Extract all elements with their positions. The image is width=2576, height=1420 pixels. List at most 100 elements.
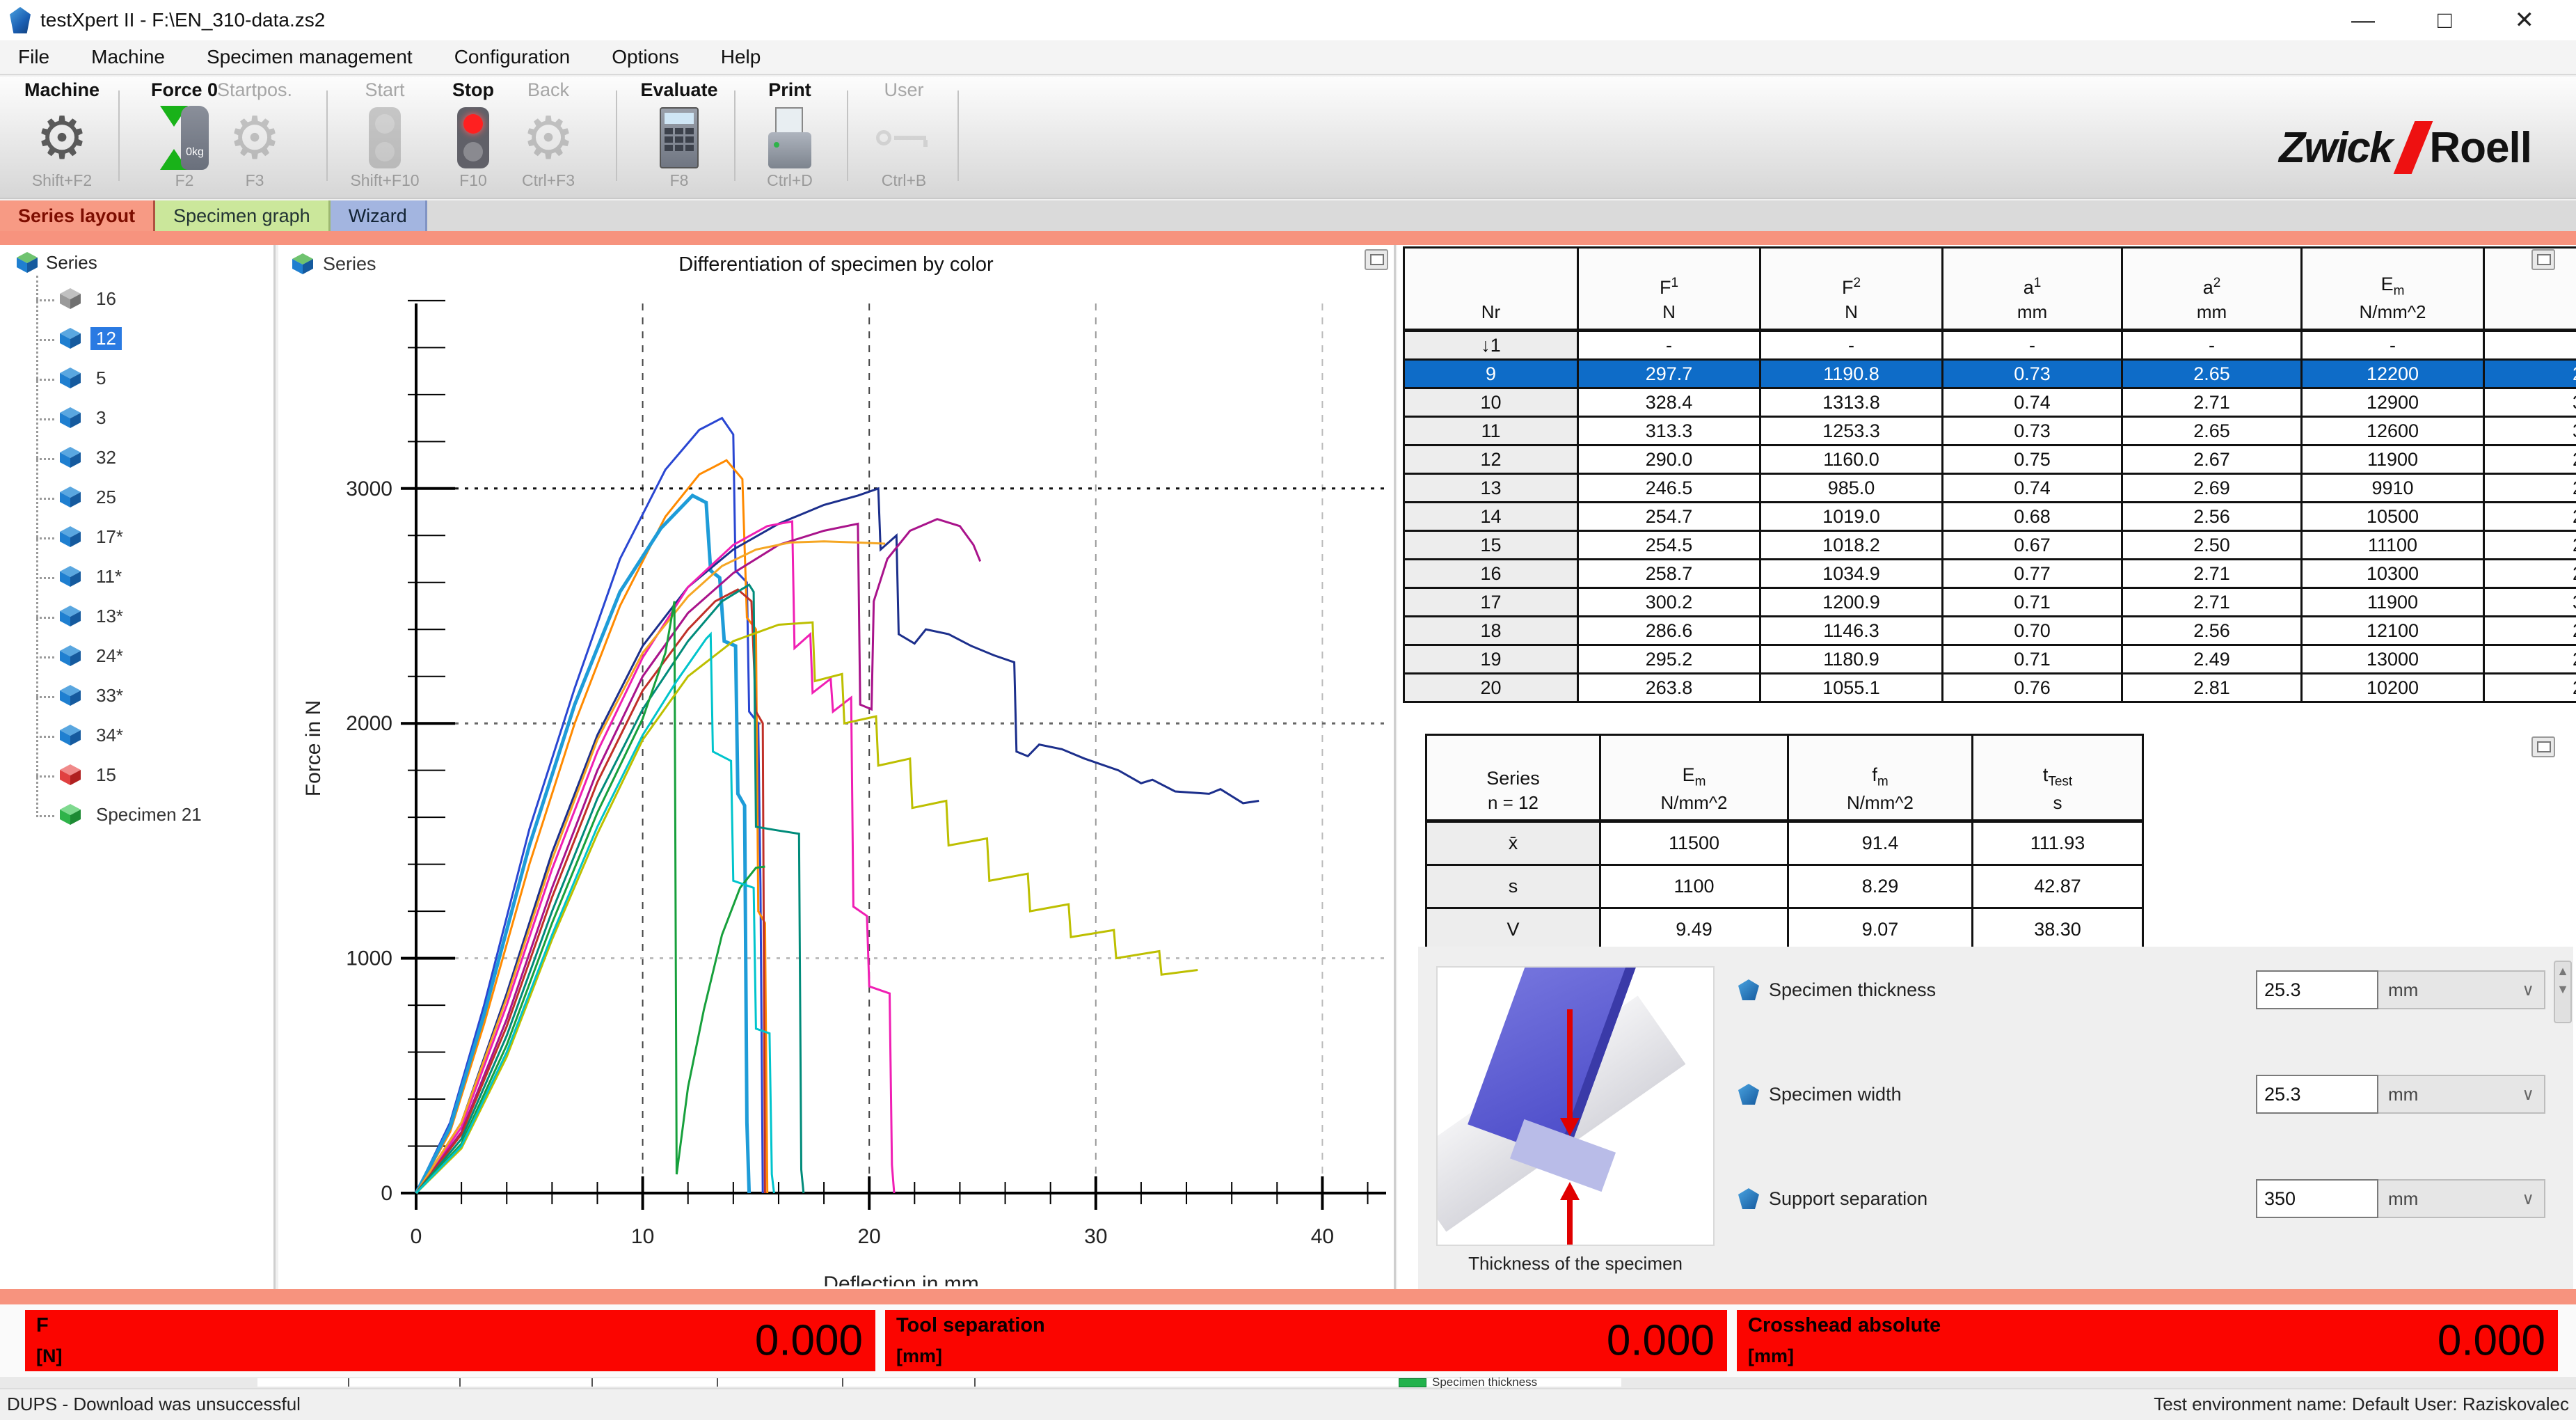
table-row[interactable]: 11313.31253.30.732.6512600313 <box>1405 418 2576 446</box>
value-cell: 263.8 <box>1579 674 1761 703</box>
table-row[interactable]: x̄1150091.4111.93 <box>1427 823 2144 866</box>
field-unit-dropdown[interactable]: mm∨ <box>2378 1075 2545 1114</box>
results-expand-icon[interactable] <box>2531 249 2555 270</box>
menu-item-configuration[interactable]: Configuration <box>450 45 575 70</box>
value-cell: 0.74 <box>1943 389 2123 418</box>
value-cell: 259 <box>2485 560 2576 589</box>
tree-root-series[interactable]: Series <box>15 251 97 274</box>
tree-item-16[interactable]: 16 <box>58 287 122 310</box>
field-unit-dropdown[interactable]: mm∨ <box>2378 1179 2545 1218</box>
specimen-skyblue-curve <box>416 496 749 1193</box>
tree-item-17-[interactable]: 17* <box>58 525 129 549</box>
tree-item-11-[interactable]: 11* <box>58 565 127 588</box>
minimize-button[interactable]: — <box>2351 7 2375 34</box>
field-value-input[interactable]: 25.3 <box>2256 1075 2378 1114</box>
calculator-icon <box>623 104 735 171</box>
evaluate-button[interactable]: EvaluateF8 <box>623 79 735 196</box>
column-header: EmN/mm^2 <box>2303 248 2485 332</box>
table-row[interactable]: 20263.81055.10.762.8110200264 <box>1405 674 2576 703</box>
value-cell: - <box>1761 332 1943 361</box>
row-label-cell: 17 <box>1405 589 1579 617</box>
maximize-button[interactable]: □ <box>2438 7 2452 34</box>
toolbar-separator <box>118 90 120 181</box>
value-cell: 1313.8 <box>1761 389 1943 418</box>
display-tool-separation: Tool separation[mm]0.000 <box>885 1310 1727 1371</box>
value-cell: 290 <box>2485 446 2576 475</box>
tree-item-25[interactable]: 25 <box>58 485 122 509</box>
table-row[interactable]: 14254.71019.00.682.5610500255 <box>1405 503 2576 532</box>
toolbar-separator <box>957 90 959 181</box>
print-button[interactable]: PrintCtrl+D <box>734 79 845 196</box>
value-cell: 1253.3 <box>1761 418 1943 446</box>
blue-cube-icon <box>58 723 82 747</box>
row-label-cell: 18 <box>1405 617 1579 646</box>
value-cell: 2.49 <box>2123 646 2303 674</box>
tree-item-32[interactable]: 32 <box>58 445 122 469</box>
table-row[interactable]: 15254.51018.20.672.5011100255 <box>1405 532 2576 560</box>
value-cell: 297.7 <box>1579 361 1761 389</box>
row-label-cell: s <box>1427 866 1601 909</box>
column-header: Nr <box>1405 248 1579 332</box>
tab-specimen-graph[interactable]: Specimen graph <box>155 200 331 231</box>
column-header: N <box>2485 248 2576 332</box>
table-row[interactable]: V9.499.0738.30 <box>1427 909 2144 952</box>
table-row[interactable]: 18286.61146.30.702.5612100287 <box>1405 617 2576 646</box>
svg-text:30: 30 <box>1084 1225 1107 1248</box>
field-value-input[interactable]: 350 <box>2256 1179 2378 1218</box>
table-row[interactable]: 16258.71034.90.772.7110300259 <box>1405 560 2576 589</box>
table-row[interactable]: 9297.71190.80.732.6512200298 <box>1405 361 2576 389</box>
status-bar: DUPS - Download was unsuccessful Test en… <box>0 1388 2576 1420</box>
tab-wizard[interactable]: Wizard <box>331 200 427 231</box>
menu-item-options[interactable]: Options <box>607 45 683 70</box>
series-root-icon <box>15 251 39 274</box>
value-cell: 300 <box>2485 589 2576 617</box>
svg-text:3000: 3000 <box>346 478 392 500</box>
results-table[interactable]: NrF1NF2Na1mma2mmEmN/mm^2N↓1------9297.71… <box>1403 246 2576 703</box>
startpos--button: Startpos.⚙F3 <box>199 79 310 196</box>
row-label-cell: 12 <box>1405 446 1579 475</box>
tree-connector-stub <box>36 299 54 301</box>
machine-button[interactable]: Machine⚙Shift+F2 <box>6 79 118 196</box>
blue-cube-icon <box>58 565 82 588</box>
value-cell: 1034.9 <box>1761 560 1943 589</box>
tree-item-specimen-21[interactable]: Specimen 21 <box>58 803 207 826</box>
window-title: testXpert II - F:\EN_310-data.zs2 <box>40 9 325 31</box>
table-row[interactable]: 13246.5985.00.742.699910246 <box>1405 475 2576 503</box>
stats-expand-icon[interactable] <box>2531 736 2555 757</box>
field-unit-dropdown[interactable]: mm∨ <box>2378 970 2545 1009</box>
menu-item-machine[interactable]: Machine <box>87 45 169 70</box>
menu-item-specimen-management[interactable]: Specimen management <box>202 45 417 70</box>
tree-item-label: 12 <box>90 327 122 350</box>
table-row[interactable]: 19295.21180.90.712.4913000295 <box>1405 646 2576 674</box>
field-value-input[interactable]: 25.3 <box>2256 970 2378 1009</box>
tree-item-13-[interactable]: 13* <box>58 604 129 628</box>
table-row[interactable]: 17300.21200.90.712.7111900300 <box>1405 589 2576 617</box>
gear-icon: ⚙ <box>6 104 118 171</box>
menu-item-help[interactable]: Help <box>717 45 765 70</box>
tree-item-5[interactable]: 5 <box>58 366 111 390</box>
panel-scrollbar[interactable]: ▲▼ <box>2554 961 2572 1023</box>
tree-item-12[interactable]: 12 <box>58 326 122 350</box>
toolbar-button-shortcut: F3 <box>199 171 310 190</box>
tree-item-3[interactable]: 3 <box>58 406 111 429</box>
table-row[interactable]: ↓1------ <box>1405 332 2576 361</box>
tree-item-15[interactable]: 15 <box>58 763 122 787</box>
row-label-cell: V <box>1427 909 1601 952</box>
force-deflection-chart: 0102030400100020003000Deflection in mmFo… <box>278 245 1392 1286</box>
bottom-accent-strip <box>0 1289 2576 1304</box>
series-tree-panel: Series 16 12 5 3 32 25 17* 11* 13* 24* 33* 34* 15 Spe… <box>0 245 276 1289</box>
tab-series-layout[interactable]: Series layout <box>0 200 155 231</box>
tree-item-24-[interactable]: 24* <box>58 644 129 668</box>
close-button[interactable]: ✕ <box>2515 6 2535 34</box>
value-cell: 2.81 <box>2123 674 2303 703</box>
menu-item-file[interactable]: File <box>14 45 54 70</box>
value-cell: 254.5 <box>1579 532 1761 560</box>
tree-item-34-[interactable]: 34* <box>58 723 129 747</box>
tree-item-33-[interactable]: 33* <box>58 684 129 707</box>
value-cell: 2.69 <box>2123 475 2303 503</box>
table-row[interactable]: 12290.01160.00.752.6711900290 <box>1405 446 2576 475</box>
value-cell: 8.29 <box>1789 866 1973 909</box>
value-cell: 1146.3 <box>1761 617 1943 646</box>
table-row[interactable]: 10328.41313.80.742.7112900328 <box>1405 389 2576 418</box>
table-row[interactable]: s11008.2942.87 <box>1427 866 2144 909</box>
